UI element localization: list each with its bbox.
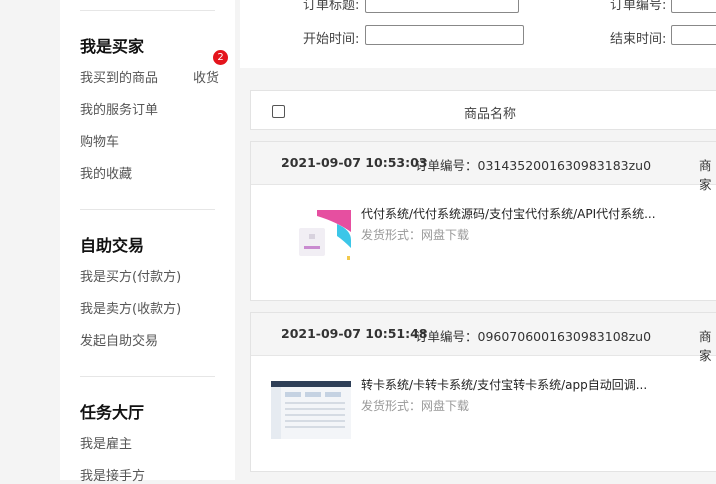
order-card: 2021-09-07 10:51:48 订单编号：096070600163098… [250,312,716,472]
order-title-input[interactable] [365,0,519,13]
product-thumbnail[interactable] [271,210,351,268]
sidebar-item-cart[interactable]: 购物车 [80,131,119,150]
order-no-label: 订单编号: [610,0,667,13]
sidebar-item-bought-goods[interactable]: 我买到的商品 [80,67,158,86]
sidebar-item-service-orders[interactable]: 我的服务订单 [80,99,158,118]
order-table-header: 商品名称 [250,90,716,130]
delivery-method: 发货形式：网盘下载 [361,399,470,413]
sidebar-divider [80,209,215,210]
end-time-input[interactable] [671,25,716,45]
order-number: 订单编号：0314352001630983183zu0 [415,158,652,173]
order-merchant: 商家 [699,158,712,192]
sidebar-divider [80,376,215,377]
sidebar-item-payee[interactable]: 我是卖方(收款方) [80,298,181,317]
order-no-input[interactable] [671,0,716,13]
order-date: 2021-09-07 10:53:03 [281,155,428,170]
sidebar-item-favorites[interactable]: 我的收藏 [80,163,132,182]
order-header: 2021-09-07 10:51:48 订单编号：096070600163098… [251,313,716,363]
select-all-checkbox[interactable] [272,105,285,118]
end-time-label: 结束时间: [610,32,667,47]
sidebar-item-payer[interactable]: 我是买方(付款方) [80,266,181,285]
delivery-method: 发货形式：网盘下载 [361,228,470,242]
sidebar: 我是买家 我买到的商品 收货 2 我的服务订单 购物车 我的收藏 自助交易 我是… [60,0,235,484]
product-title-link[interactable]: 转卡系统/卡转卡系统/支付宝转卡系统/app自动回调... [361,376,647,393]
order-card: 2021-09-07 10:53:03 订单编号：031435200163098… [250,141,716,301]
order-date: 2021-09-07 10:51:48 [281,326,428,341]
start-time-input[interactable] [365,25,524,45]
order-filter-panel: 订单标题: 订单编号: 开始时间: 结束时间: [240,0,716,68]
start-time-label: 开始时间: [303,32,360,47]
order-title-label: 订单标题: [303,0,360,13]
order-header: 2021-09-07 10:53:03 订单编号：031435200163098… [251,142,716,192]
order-number: 订单编号：0960706001630983108zu0 [415,329,652,344]
product-thumbnail[interactable] [271,381,351,439]
receive-count-badge: 2 [213,50,228,65]
receive-link[interactable]: 收货 [193,67,219,86]
product-title-link[interactable]: 代付系统/代付系统源码/支付宝代付系统/API代付系统... [361,205,656,222]
order-merchant: 商家 [699,329,712,363]
section-title-buyer: 我是买家 [80,37,145,56]
sidebar-item-start-trade[interactable]: 发起自助交易 [80,330,158,349]
sidebar-item-employer[interactable]: 我是雇主 [80,433,132,452]
sidebar-divider [80,10,215,11]
sidebar-item-taker[interactable]: 我是接手方 [80,465,145,484]
column-product-name: 商品名称 [464,107,517,122]
section-title-self-trade: 自助交易 [80,236,145,255]
section-title-task-hall: 任务大厅 [80,403,145,422]
